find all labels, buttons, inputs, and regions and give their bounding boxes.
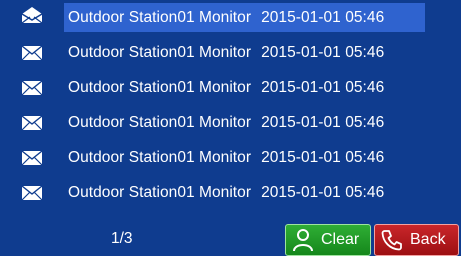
message-row[interactable]: Outdoor Station01 Monitor 2015-01-01 05:4…	[0, 36, 461, 70]
message-title: Outdoor Station01 Monitor	[68, 114, 252, 131]
message-text: Outdoor Station01 Monitor 2015-01-01 05:4…	[68, 7, 384, 29]
message-time: 2015-01-01 05:46	[261, 114, 385, 131]
message-title: Outdoor Station01 Monitor	[68, 149, 252, 166]
message-row[interactable]: Outdoor Station01 Monitor 2015-01-01 05:4…	[0, 176, 461, 210]
message-row[interactable]: Outdoor Station01 Monitor 2015-01-01 05:4…	[0, 71, 461, 105]
envelope-icon	[21, 185, 43, 201]
phone-icon	[379, 227, 405, 253]
message-text: Outdoor Station01 Monitor 2015-01-01 05:4…	[68, 147, 384, 169]
envelope-icon	[21, 150, 43, 166]
message-time: 2015-01-01 05:46	[261, 44, 385, 61]
message-text: Outdoor Station01 Monitor 2015-01-01 05:4…	[68, 42, 384, 64]
message-text: Outdoor Station01 Monitor 2015-01-01 05:4…	[68, 77, 384, 99]
clear-button-label: Clear	[321, 231, 360, 248]
message-title: Outdoor Station01 Monitor	[68, 9, 252, 26]
back-button-label: Back	[410, 231, 446, 248]
message-text: Outdoor Station01 Monitor 2015-01-01 05:4…	[68, 182, 384, 204]
message-time: 2015-01-01 05:46	[261, 9, 385, 26]
message-row[interactable]: Outdoor Station01 Monitor 2015-01-01 05:4…	[0, 141, 461, 175]
message-title: Outdoor Station01 Monitor	[68, 44, 252, 61]
message-title: Outdoor Station01 Monitor	[68, 79, 252, 96]
message-row[interactable]: Outdoor Station01 Monitor 2015-01-01 05:4…	[0, 106, 461, 140]
person-icon	[290, 227, 316, 253]
message-time: 2015-01-01 05:46	[261, 79, 385, 96]
message-text: Outdoor Station01 Monitor 2015-01-01 05:4…	[68, 112, 384, 134]
message-title: Outdoor Station01 Monitor	[68, 184, 252, 201]
envelope-icon	[21, 45, 43, 61]
message-time: 2015-01-01 05:46	[261, 149, 385, 166]
clear-button[interactable]: Clear	[285, 224, 371, 256]
message-time: 2015-01-01 05:46	[261, 184, 385, 201]
envelope-icon	[21, 115, 43, 131]
envelope-icon	[21, 80, 43, 96]
back-button[interactable]: Back	[374, 224, 459, 256]
message-row[interactable]: Outdoor Station01 Monitor 2015-01-01 05:4…	[0, 1, 461, 35]
page-indicator: 1/3	[111, 230, 133, 247]
envelope-open-icon	[21, 7, 43, 24]
